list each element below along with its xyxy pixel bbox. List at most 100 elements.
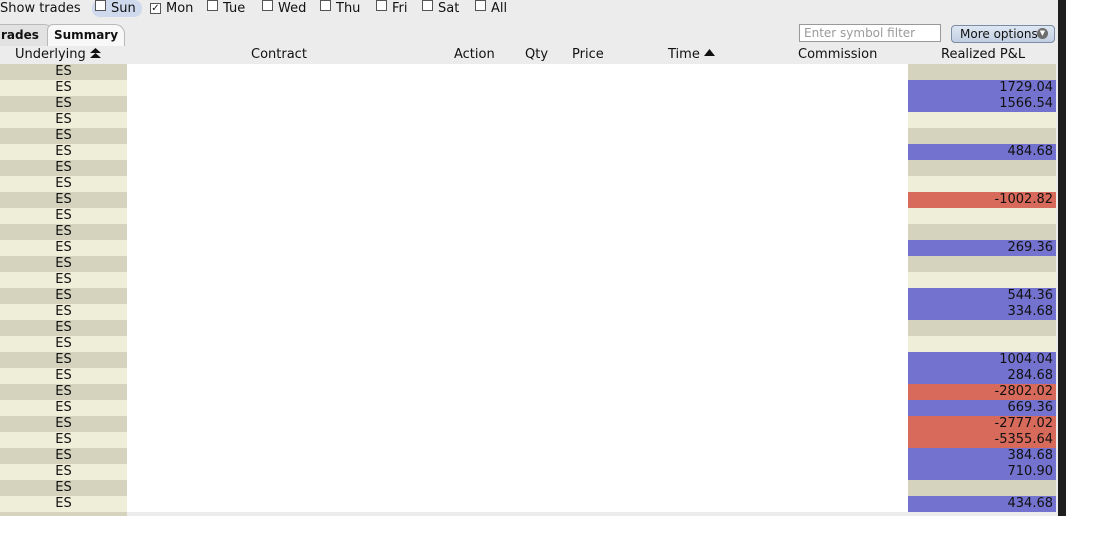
table-row[interactable]: ES 710.90: [0, 464, 1058, 480]
column-header-time[interactable]: Time: [668, 46, 715, 63]
table-row[interactable]: ES: [0, 128, 1058, 144]
table-row[interactable]: ES 334.68: [0, 304, 1058, 320]
underlying-cell: ES: [0, 128, 127, 144]
trade-detail-cells: [127, 464, 908, 480]
table-row[interactable]: ES 434.68: [0, 496, 1058, 512]
table-row[interactable]: ES: [0, 224, 1058, 240]
table-row[interactable]: ES: [0, 112, 1058, 128]
realized-pnl-cell: [908, 480, 1056, 496]
chevron-down-icon: ▼: [1037, 28, 1048, 39]
underlying-cell: ES: [0, 448, 127, 464]
symbol-filter-input[interactable]: [799, 24, 941, 42]
realized-pnl-cell: [908, 224, 1056, 240]
underlying-cell: ES: [0, 400, 127, 416]
table-row[interactable]: ES: [0, 256, 1058, 272]
table-row[interactable]: ES: [0, 336, 1058, 352]
trade-detail-cells: [127, 400, 908, 416]
underlying-cell: ES: [0, 432, 127, 448]
trade-detail-cells: [127, 416, 908, 432]
trade-detail-cells: [127, 336, 908, 352]
day-filter-all[interactable]: All: [475, 0, 507, 17]
trade-detail-cells: [127, 64, 908, 80]
table-row[interactable]: ES: [0, 208, 1058, 224]
table-row[interactable]: ES 384.68: [0, 448, 1058, 464]
day-filter-fri[interactable]: Fri: [376, 0, 408, 17]
table-row[interactable]: ES 269.36: [0, 240, 1058, 256]
day-filter-mon[interactable]: ✓ Mon: [150, 0, 193, 17]
underlying-cell: ES: [0, 240, 127, 256]
column-header-price[interactable]: Price: [572, 46, 604, 63]
trade-detail-cells: [127, 96, 908, 112]
column-header-commission[interactable]: Commission: [798, 46, 877, 63]
table-row[interactable]: ES -2777.02: [0, 416, 1058, 432]
underlying-cell: ES: [0, 272, 127, 288]
realized-pnl-cell: 710.90: [908, 464, 1056, 480]
underlying-cell: ES: [0, 368, 127, 384]
column-header-underlying[interactable]: Underlying: [15, 46, 101, 63]
trade-detail-cells: [127, 480, 908, 496]
column-header-qty[interactable]: Qty: [525, 46, 548, 63]
underlying-cell: ES: [0, 320, 127, 336]
column-label-underlying: Underlying: [15, 47, 86, 62]
table-row[interactable]: ES 669.36: [0, 400, 1058, 416]
checkbox-thu[interactable]: [320, 0, 331, 11]
checkbox-all[interactable]: [475, 0, 486, 11]
day-filter-wed[interactable]: Wed: [262, 0, 306, 17]
day-filter-tue[interactable]: Tue: [207, 0, 245, 17]
show-trades-label: Show trades: [0, 1, 81, 16]
table-row[interactable]: ES 544.36: [0, 288, 1058, 304]
checkbox-fri[interactable]: [376, 0, 387, 11]
checkbox-tue[interactable]: [207, 0, 218, 11]
more-options-button[interactable]: More options ▼: [951, 25, 1055, 43]
underlying-cell: ES: [0, 288, 127, 304]
trade-detail-cells: [127, 384, 908, 400]
column-header-contract[interactable]: Contract: [251, 46, 307, 63]
table-row[interactable]: ES: [0, 64, 1058, 80]
realized-pnl-cell: 669.36: [908, 400, 1056, 416]
checkbox-sat[interactable]: [422, 0, 433, 11]
underlying-cell: ES: [0, 304, 127, 320]
day-label-wed: Wed: [278, 1, 307, 16]
checkbox-wed[interactable]: [262, 0, 273, 11]
realized-pnl-cell: [908, 336, 1056, 352]
table-row[interactable]: ES: [0, 320, 1058, 336]
table-row[interactable]: ES 1566.54: [0, 96, 1058, 112]
realized-pnl-cell: 269.36: [908, 240, 1056, 256]
trade-detail-cells: [127, 128, 908, 144]
day-filter-thu[interactable]: Thu: [320, 0, 360, 17]
column-header-realized-pnl[interactable]: Realized P&L: [941, 46, 1025, 63]
table-row[interactable]: ES -2802.02: [0, 384, 1058, 400]
realized-pnl-cell: [908, 320, 1056, 336]
day-filter-sat[interactable]: Sat: [422, 0, 459, 17]
table-row[interactable]: ES -1002.82: [0, 192, 1058, 208]
table-row[interactable]: ES: [0, 480, 1058, 496]
realized-pnl-cell: 544.36: [908, 288, 1056, 304]
underlying-cell: ES: [0, 256, 127, 272]
realized-pnl-cell: [908, 160, 1056, 176]
table-row[interactable]: ES 284.68: [0, 368, 1058, 384]
trade-detail-cells: [127, 160, 908, 176]
table-row[interactable]: ES 484.68: [0, 144, 1058, 160]
tab-summary[interactable]: Summary: [47, 24, 125, 46]
table-row[interactable]: ES 1729.04: [0, 80, 1058, 96]
checkbox-sun[interactable]: [95, 0, 106, 11]
table-row[interactable]: ES: [0, 160, 1058, 176]
table-row[interactable]: ES -5355.64: [0, 432, 1058, 448]
trade-detail-cells: [127, 208, 908, 224]
table-header: Underlying Contract Action Qty Price Tim…: [0, 46, 1058, 63]
table-row[interactable]: ES: [0, 272, 1058, 288]
trade-detail-cells: [127, 320, 908, 336]
table-row[interactable]: ES: [0, 176, 1058, 192]
day-label-all: All: [491, 1, 508, 16]
table-row[interactable]: ES 1004.04: [0, 352, 1058, 368]
checkbox-mon[interactable]: ✓: [150, 3, 161, 14]
column-header-action[interactable]: Action: [454, 46, 495, 63]
trade-detail-cells: [127, 112, 908, 128]
tab-trades[interactable]: rades: [0, 24, 54, 46]
day-label-mon: Mon: [166, 1, 194, 16]
day-label-tue: Tue: [223, 1, 246, 16]
table-bottom-strip: [0, 512, 127, 516]
trade-detail-cells: [127, 80, 908, 96]
day-filter-sun[interactable]: Sun: [92, 0, 142, 17]
day-label-sun: Sun: [111, 1, 136, 16]
